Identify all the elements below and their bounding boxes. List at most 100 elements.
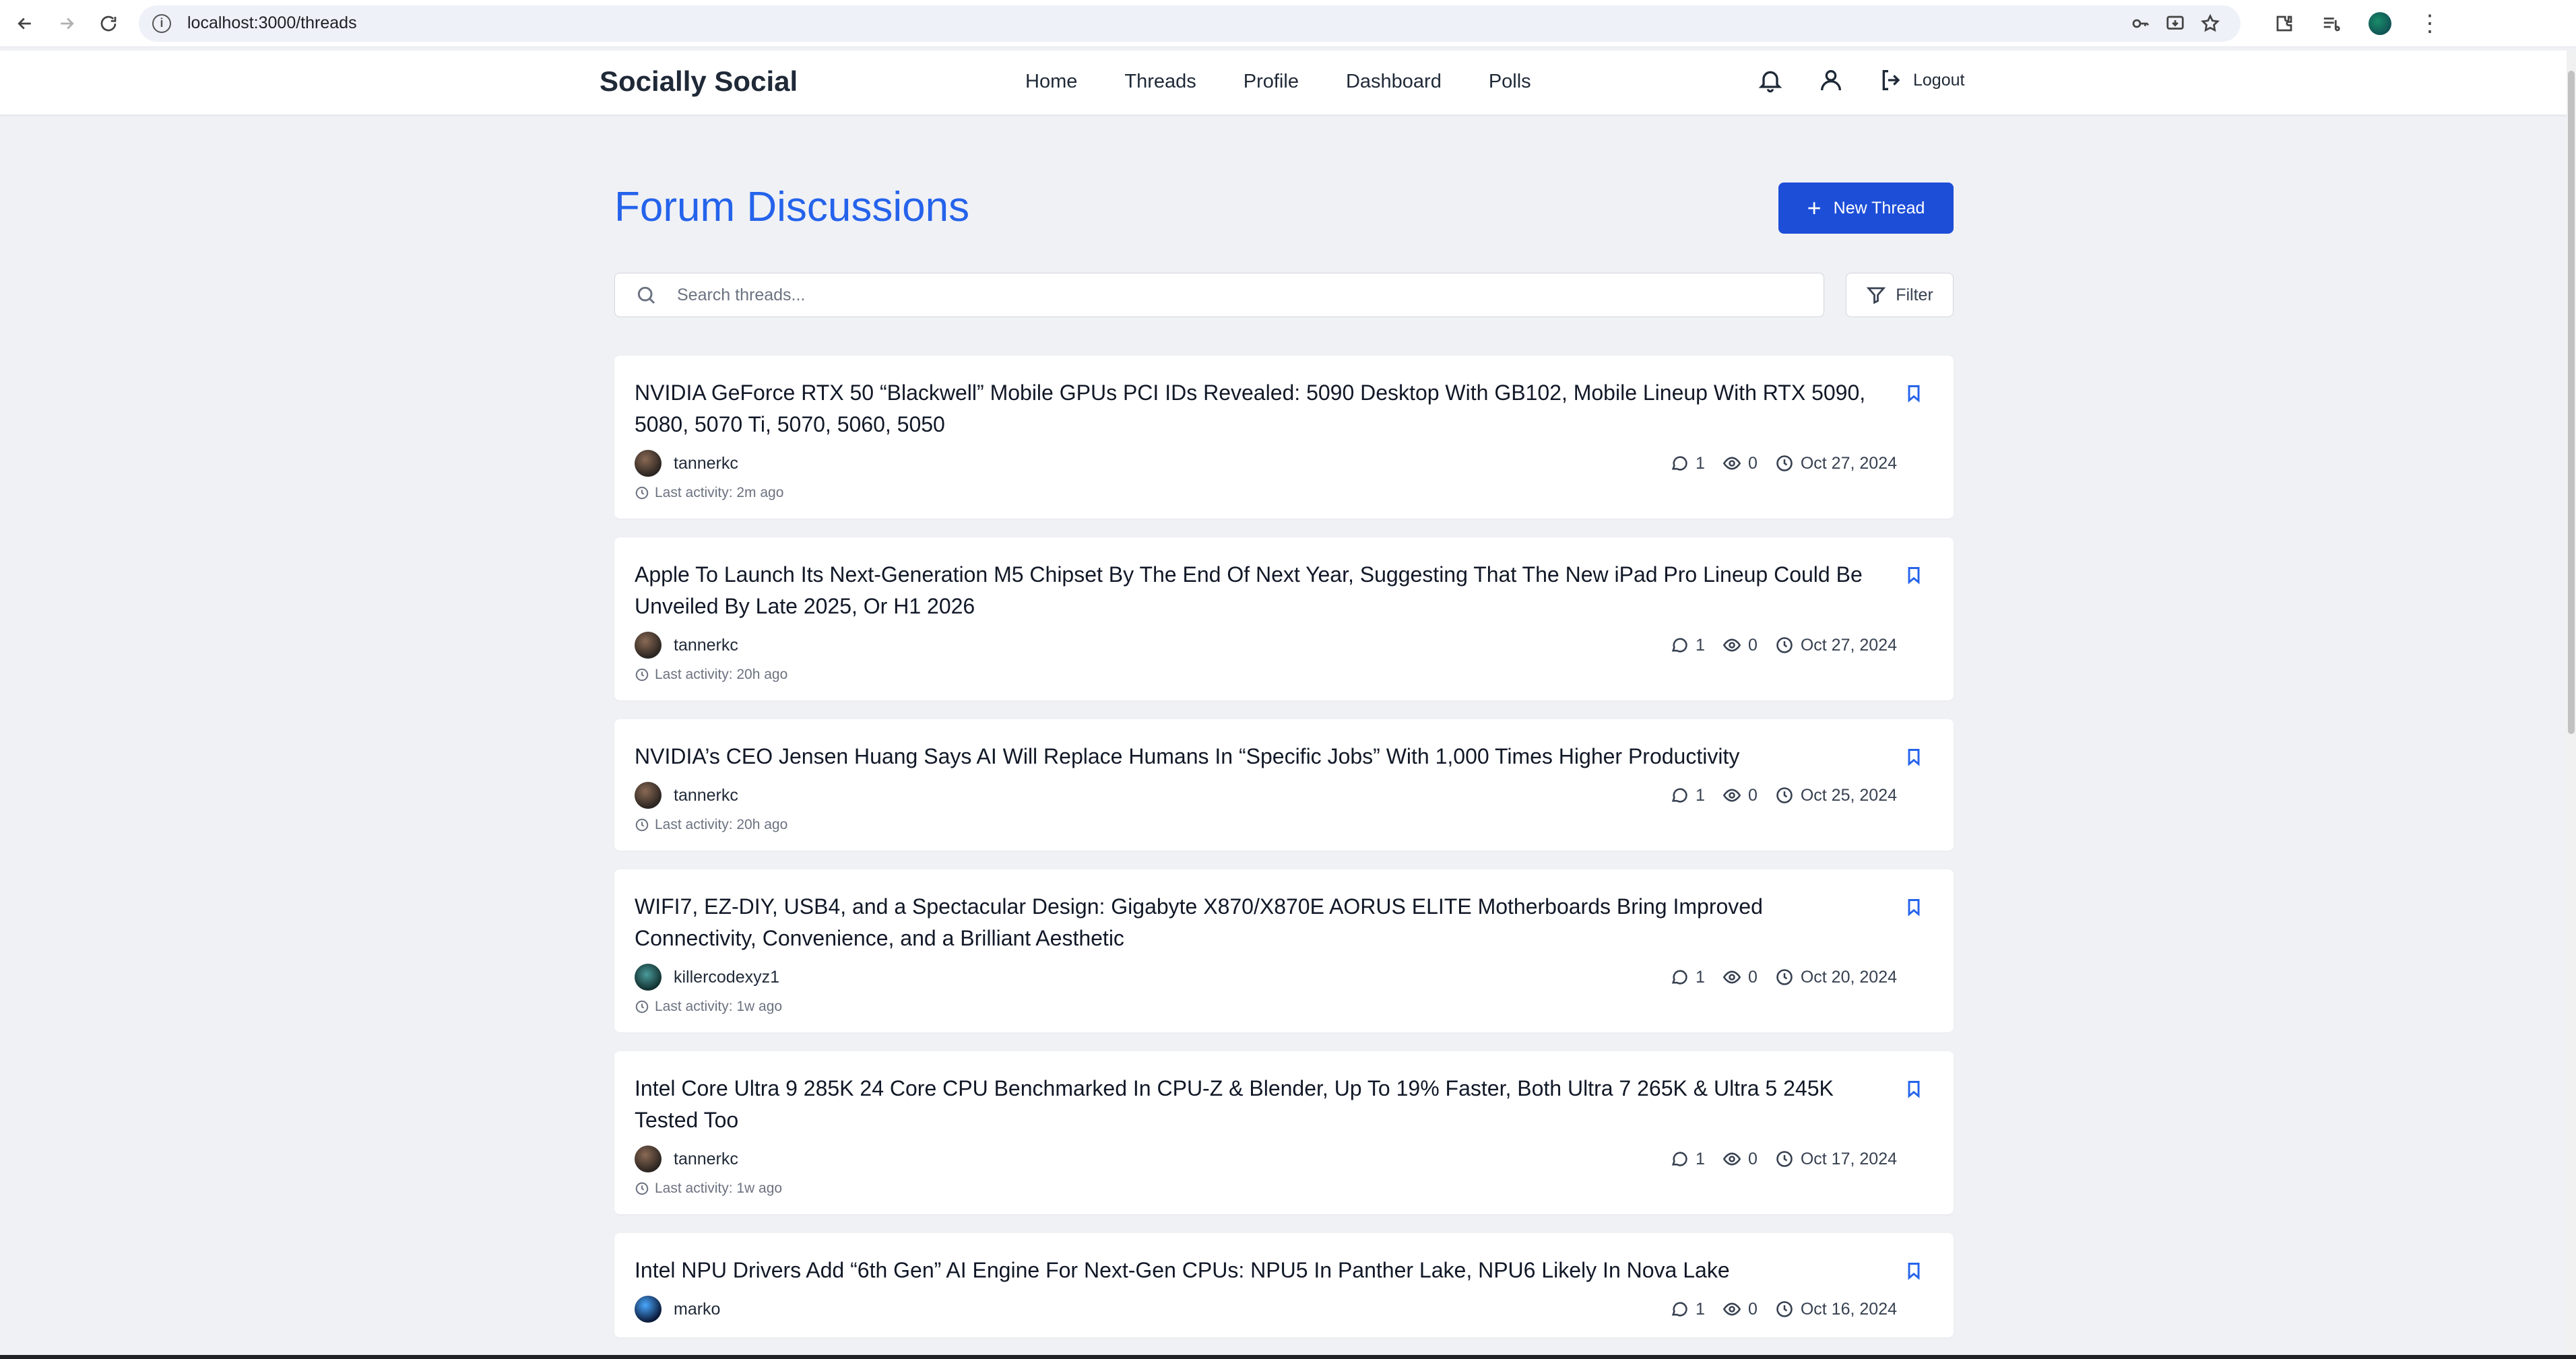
author-avatar[interactable] — [635, 1296, 662, 1323]
thread-card[interactable]: NVIDIA GeForce RTX 50 “Blackwell” Mobile… — [614, 356, 1954, 519]
comment-count: 1 — [1696, 1299, 1705, 1319]
author-avatar[interactable] — [635, 1146, 662, 1172]
forward-arrow-icon — [61, 18, 74, 29]
comment-icon — [1671, 1302, 1687, 1317]
reload-icon — [100, 15, 117, 31]
logout-label: Logout — [1913, 70, 1965, 90]
user-icon[interactable] — [1817, 67, 1844, 94]
eye-icon — [1722, 789, 1741, 802]
thread-date: Oct 25, 2024 — [1800, 785, 1897, 805]
scrollbar-thumb[interactable] — [2568, 71, 2575, 734]
nav-dashboard[interactable]: Dashboard — [1346, 71, 1442, 93]
last-activity: Last activity: 1w ago — [655, 999, 783, 1014]
thread-title[interactable]: NVIDIA’s CEO Jensen Huang Says AI Will R… — [635, 741, 1935, 772]
bookmark-icon — [1908, 385, 1920, 403]
brand-logo[interactable]: Socially Social — [600, 65, 798, 98]
search-input[interactable] — [677, 285, 1755, 305]
bell-icon[interactable] — [1757, 67, 1784, 94]
last-activity: Last activity: 2m ago — [655, 485, 784, 500]
new-thread-label: New Thread — [1833, 198, 1925, 218]
author-avatar[interactable] — [635, 964, 662, 991]
comment-icon — [1671, 1152, 1687, 1166]
eye-icon — [1722, 970, 1741, 984]
extensions-icon[interactable] — [2274, 13, 2294, 34]
install-app-icon[interactable] — [2165, 13, 2185, 34]
view-count: 0 — [1747, 967, 1758, 987]
clock-icon — [1776, 969, 1793, 985]
author-name[interactable]: marko — [674, 1300, 720, 1319]
new-thread-button[interactable]: + New Thread — [1778, 183, 1954, 234]
comment-count: 1 — [1696, 1149, 1705, 1168]
thread-date: Oct 20, 2024 — [1800, 967, 1897, 987]
star-icon[interactable] — [2200, 13, 2220, 34]
thread-card[interactable]: NVIDIA’s CEO Jensen Huang Says AI Will R… — [614, 719, 1954, 851]
comment-count: 1 — [1696, 785, 1705, 805]
bookmark-button[interactable] — [1904, 746, 1923, 768]
eye-icon — [1722, 638, 1741, 652]
clock-icon — [635, 818, 649, 832]
last-activity: Last activity: 20h ago — [655, 667, 788, 682]
address-bar[interactable]: i localhost:3000/threads — [139, 5, 2241, 42]
clock-icon — [1776, 787, 1793, 803]
bookmark-icon — [1908, 1263, 1920, 1280]
filter-icon — [1866, 287, 1886, 304]
bookmark-icon — [1908, 749, 1920, 766]
thread-title[interactable]: WIFI7, EZ-DIY, USB4, and a Spectacular D… — [635, 891, 1935, 954]
reload-button[interactable] — [92, 7, 125, 40]
back-arrow-icon — [18, 18, 31, 29]
filter-button[interactable]: Filter — [1846, 273, 1954, 317]
thread-card[interactable]: Apple To Launch Its Next-Generation M5 C… — [614, 537, 1954, 700]
site-info-icon[interactable]: i — [152, 13, 171, 33]
nav-profile[interactable]: Profile — [1244, 71, 1299, 93]
thread-card[interactable]: WIFI7, EZ-DIY, USB4, and a Spectacular D… — [614, 869, 1954, 1032]
view-count: 0 — [1747, 635, 1758, 655]
bookmark-button[interactable] — [1904, 383, 1923, 404]
nav-home[interactable]: Home — [1025, 71, 1077, 93]
thread-card[interactable]: Intel Core Ultra 9 285K 24 Core CPU Benc… — [614, 1051, 1954, 1214]
bookmark-icon — [1908, 567, 1920, 585]
comment-count: 1 — [1696, 967, 1705, 987]
forward-button[interactable] — [50, 7, 84, 40]
nav-threads[interactable]: Threads — [1124, 71, 1196, 93]
thread-title[interactable]: NVIDIA GeForce RTX 50 “Blackwell” Mobile… — [635, 377, 1935, 440]
plus-icon: + — [1807, 194, 1822, 222]
bookmark-button[interactable] — [1904, 564, 1923, 586]
back-button[interactable] — [8, 7, 42, 40]
clock-icon — [1776, 637, 1793, 653]
thread-card[interactable]: Intel NPU Drivers Add “6th Gen” AI Engin… — [614, 1233, 1954, 1337]
author-name[interactable]: tannerkc — [674, 636, 738, 655]
nav-polls[interactable]: Polls — [1489, 71, 1531, 93]
author-name[interactable]: tannerkc — [674, 1150, 738, 1169]
url-text: localhost:3000/threads — [187, 13, 357, 32]
comment-icon — [1671, 456, 1687, 471]
clock-icon — [1776, 1301, 1793, 1317]
page-scrollbar[interactable] — [2567, 51, 2576, 1357]
logout-icon — [1882, 70, 1900, 90]
thread-title[interactable]: Intel Core Ultra 9 285K 24 Core CPU Benc… — [635, 1073, 1935, 1136]
thread-date: Oct 17, 2024 — [1800, 1149, 1897, 1168]
key-icon[interactable] — [2130, 13, 2150, 34]
profile-avatar[interactable] — [2369, 11, 2391, 35]
logout-button[interactable]: Logout — [1878, 67, 1964, 94]
last-activity: Last activity: 20h ago — [655, 817, 788, 832]
search-bar — [614, 273, 1824, 317]
thread-title[interactable]: Apple To Launch Its Next-Generation M5 C… — [635, 559, 1935, 622]
comment-icon — [1671, 970, 1687, 985]
bookmark-button[interactable] — [1904, 1260, 1923, 1282]
author-avatar[interactable] — [635, 782, 662, 809]
bookmark-button[interactable] — [1904, 896, 1923, 918]
author-name[interactable]: tannerkc — [674, 454, 738, 473]
comment-count: 1 — [1696, 635, 1705, 655]
view-count: 0 — [1747, 453, 1758, 473]
browser-menu-icon[interactable]: ⋮ — [2418, 12, 2441, 35]
thread-title[interactable]: Intel NPU Drivers Add “6th Gen” AI Engin… — [635, 1255, 1935, 1286]
comment-icon — [1671, 638, 1687, 653]
media-controls-icon[interactable] — [2321, 13, 2342, 34]
author-name[interactable]: killercodexyz1 — [674, 968, 779, 987]
filter-label: Filter — [1896, 285, 1933, 304]
thread-list: NVIDIA GeForce RTX 50 “Blackwell” Mobile… — [614, 356, 1954, 1356]
author-avatar[interactable] — [635, 632, 662, 659]
author-avatar[interactable] — [635, 450, 662, 477]
bookmark-button[interactable] — [1904, 1078, 1923, 1100]
author-name[interactable]: tannerkc — [674, 786, 738, 805]
